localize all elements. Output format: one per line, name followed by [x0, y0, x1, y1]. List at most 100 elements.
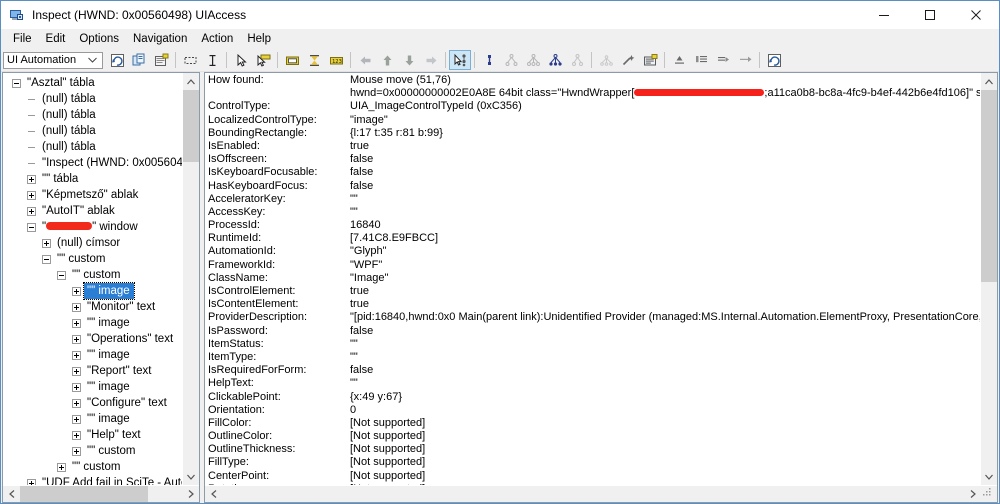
- tree-expand-icon[interactable]: [24, 187, 39, 203]
- goto-button[interactable]: [734, 50, 756, 70]
- tree-expand-icon[interactable]: [69, 443, 84, 459]
- tree-expand-icon[interactable]: [54, 459, 69, 475]
- property-row[interactable]: How found: Mouse move (51,76): [208, 74, 980, 87]
- tree-node[interactable]: "" tábla: [3, 171, 182, 187]
- navigate-parent-button[interactable]: [376, 50, 398, 70]
- property-row[interactable]: BoundingRectangle: {l:17 t:35 r:81 b:99}: [208, 127, 980, 140]
- watch-focus-button[interactable]: [252, 50, 274, 70]
- tree-expand-icon[interactable]: [69, 395, 84, 411]
- caret-button[interactable]: [201, 50, 223, 70]
- tree-scroll-down-button[interactable]: [183, 468, 199, 485]
- tree-scroll-track[interactable]: [183, 90, 199, 468]
- property-row[interactable]: Orientation: 0: [208, 404, 980, 417]
- custom-view-button[interactable]: [566, 50, 588, 70]
- property-row[interactable]: OutlineColor: [Not supported]: [208, 430, 980, 443]
- properties-scroll-area[interactable]: How found: Mouse move (51,76) hwnd=0x00000…: [205, 73, 980, 485]
- property-row[interactable]: LocalizedControlType: "image": [208, 114, 980, 127]
- tree-node[interactable]: "Monitor" text: [3, 299, 182, 315]
- menu-options[interactable]: Options: [72, 31, 126, 48]
- tree-expand-icon[interactable]: [69, 363, 84, 379]
- tree-node[interactable]: "Configure" text: [3, 395, 182, 411]
- tree-node[interactable]: (null) tábla: [3, 107, 182, 123]
- tree-expand-icon[interactable]: [24, 475, 39, 485]
- property-row[interactable]: ControlType: UIA_ImageControlTypeId (0xC3…: [208, 100, 980, 113]
- watch-cursor-button[interactable]: [449, 50, 471, 70]
- tree-collapse-icon[interactable]: [54, 267, 69, 283]
- highlight-rectangle-button[interactable]: [179, 50, 201, 70]
- property-row[interactable]: RuntimeId: [7.41C8.E9FBCC]: [208, 232, 980, 245]
- resize-grip[interactable]: [981, 486, 997, 502]
- tree-expand-icon[interactable]: [69, 299, 84, 315]
- control-view-button[interactable]: [522, 50, 544, 70]
- menu-help[interactable]: Help: [240, 31, 278, 48]
- tree-node[interactable]: "" image: [3, 282, 182, 300]
- tree-scroll-up-button[interactable]: [183, 73, 199, 90]
- tree-node[interactable]: "UDF Add fail in SciTe - AutoIt Gene: [3, 475, 182, 485]
- tree-expand-icon[interactable]: [69, 283, 84, 299]
- tree-node[interactable]: "Asztal" tábla: [3, 75, 182, 91]
- show-numbers-button[interactable]: 123: [325, 50, 347, 70]
- tree-expand-icon[interactable]: [69, 315, 84, 331]
- ancestors-view-button[interactable]: [595, 50, 617, 70]
- tree-horizontal-scrollbar[interactable]: [3, 485, 199, 502]
- tree-hscroll-thumb[interactable]: [20, 486, 148, 502]
- copy-button[interactable]: [128, 50, 150, 70]
- tree-expand-icon[interactable]: [39, 235, 54, 251]
- tree-node[interactable]: "" custom: [3, 267, 182, 283]
- property-row[interactable]: ItemType: "": [208, 351, 980, 364]
- tree-expand-icon[interactable]: [69, 411, 84, 427]
- tree-node[interactable]: (null) tábla: [3, 139, 182, 155]
- properties-scroll-thumb[interactable]: [981, 90, 997, 282]
- navigate-child-button[interactable]: [398, 50, 420, 70]
- property-row[interactable]: hwnd=0x00000000002E0A8E 64bit class="Hwn…: [208, 87, 980, 100]
- property-row[interactable]: ItemStatus: "": [208, 338, 980, 351]
- tree-node[interactable]: "" image: [3, 411, 182, 427]
- tree-node[interactable]: "Operations" text: [3, 331, 182, 347]
- tree-node[interactable]: "Képmetsző" ablak: [3, 187, 182, 203]
- indent-less-button[interactable]: [668, 50, 690, 70]
- property-row[interactable]: AutomationId: "Glyph": [208, 245, 980, 258]
- tree-hscroll-left-button[interactable]: [3, 486, 20, 502]
- tree-node[interactable]: "" custom: [3, 251, 182, 267]
- tree-node[interactable]: "AutoIT" ablak: [3, 203, 182, 219]
- events-button[interactable]: [617, 50, 639, 70]
- raw-view-button[interactable]: [500, 50, 522, 70]
- property-row[interactable]: CenterPoint: [Not supported]: [208, 470, 980, 483]
- property-row[interactable]: IsControlElement: true: [208, 285, 980, 298]
- tree-collapse-icon[interactable]: [24, 219, 39, 235]
- property-row[interactable]: AccessKey: "": [208, 206, 980, 219]
- tree-node[interactable]: "" image: [3, 379, 182, 395]
- indent-more-button[interactable]: [690, 50, 712, 70]
- property-row[interactable]: HelpText: "": [208, 377, 980, 390]
- minimize-button[interactable]: [861, 1, 907, 29]
- event-list-button[interactable]: [639, 50, 661, 70]
- tree-expand-icon[interactable]: [24, 171, 39, 187]
- property-row[interactable]: IsOffscreen: false: [208, 153, 980, 166]
- tree-node[interactable]: "Help" text: [3, 427, 182, 443]
- navigate-next-button[interactable]: [420, 50, 442, 70]
- properties-hscroll-track[interactable]: [222, 486, 964, 502]
- property-row[interactable]: ClassName: "Image": [208, 272, 980, 285]
- element-tree-scroll-area[interactable]: "Asztal" tábla (null) tábla (null) tábla (n…: [3, 73, 182, 485]
- properties-hscroll-right-button[interactable]: [964, 486, 981, 502]
- tree-node[interactable]: "" image: [3, 347, 182, 363]
- tree-collapse-icon[interactable]: [9, 75, 24, 91]
- refresh-button[interactable]: [106, 50, 128, 70]
- property-row[interactable]: IsKeyboardFocusable: false: [208, 166, 980, 179]
- properties-button[interactable]: [150, 50, 172, 70]
- properties-horizontal-scrollbar[interactable]: [205, 485, 997, 502]
- property-row[interactable]: Rotation:[Not supported]: [208, 483, 980, 485]
- tree-node[interactable]: "Inspect (HWND: 0x00560498) UIAc: [3, 155, 182, 171]
- menu-action[interactable]: Action: [194, 31, 240, 48]
- tree-hscroll-track[interactable]: [20, 486, 182, 502]
- property-row[interactable]: ProcessId: 16840: [208, 219, 980, 232]
- close-button[interactable]: [953, 1, 999, 29]
- tree-node[interactable]: "" custom: [3, 443, 182, 459]
- maximize-button[interactable]: [907, 1, 953, 29]
- content-view-button[interactable]: [544, 50, 566, 70]
- property-row[interactable]: IsPassword: false: [208, 325, 980, 338]
- tree-expand-icon[interactable]: [69, 379, 84, 395]
- properties-hscroll-left-button[interactable]: [205, 486, 222, 502]
- tree-node[interactable]: (null) tábla: [3, 91, 182, 107]
- show-rectangle-button[interactable]: [281, 50, 303, 70]
